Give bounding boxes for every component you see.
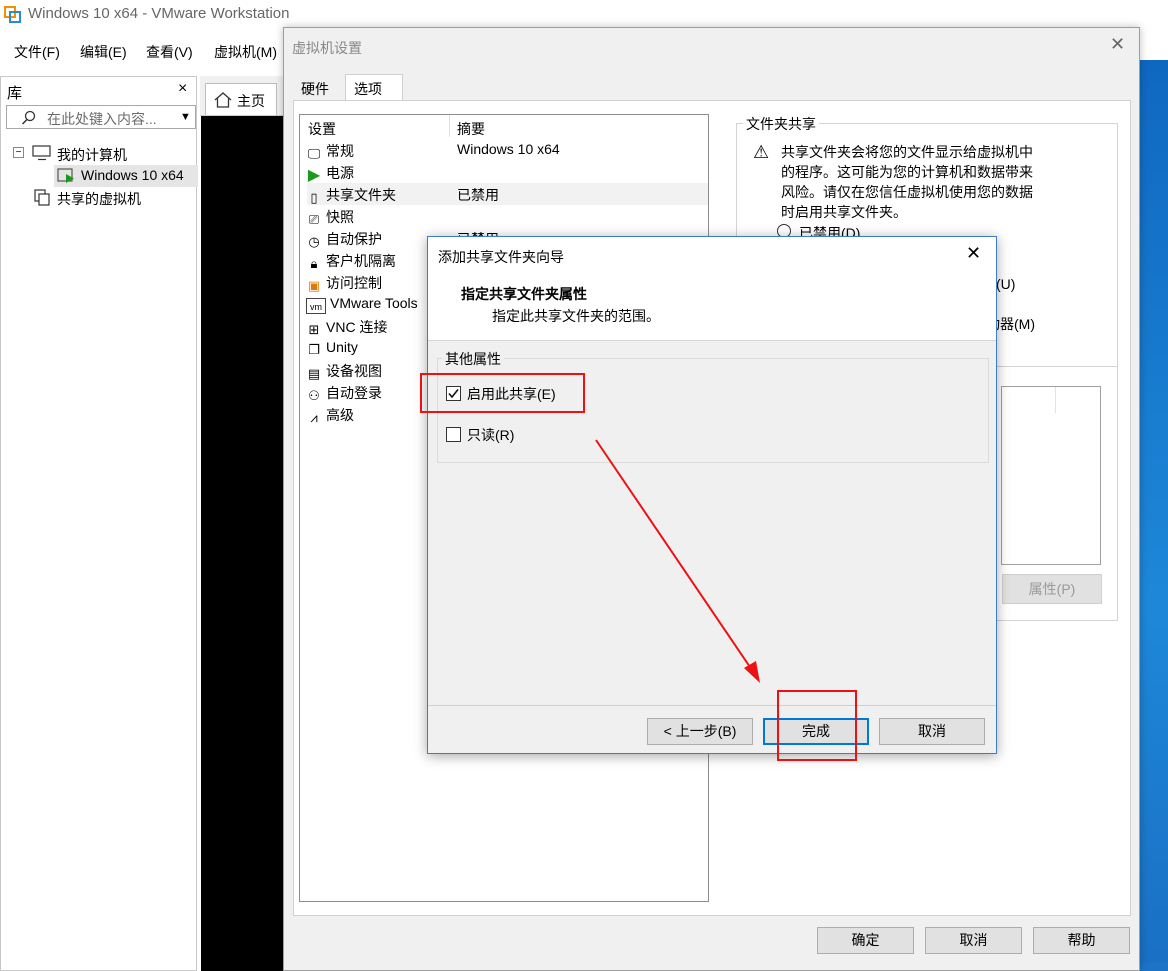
column-summary: 摘要 [457, 121, 485, 137]
tab-home-label: 主页 [237, 93, 265, 109]
tree-my-computer[interactable]: 我的计算机 [57, 145, 127, 165]
settings-item-vmware-tools[interactable]: vm VMware Tools [306, 295, 418, 317]
collapse-icon[interactable]: − [13, 147, 24, 158]
close-icon[interactable]: ✕ [966, 243, 981, 264]
annotation-box-enable-share [420, 373, 585, 413]
tab-hardware-label: 硬件 [301, 81, 329, 97]
vm-console-area[interactable] [201, 116, 291, 971]
column-setting: 设置 [308, 121, 336, 137]
radio-partial-u: (U) [996, 276, 1016, 292]
settings-item-isolation[interactable]: 🔒︎ 客户机隔离 [306, 251, 396, 273]
add-shared-folder-wizard: 添加共享文件夹向导 ✕ 指定共享文件夹属性 指定此共享文件夹的范围。 其他属性 … [427, 236, 997, 754]
library-close-icon[interactable]: × [178, 80, 187, 98]
library-panel: 库 × 在此处键入内容... ▼ − 我的计算机 Windows 10 x64 … [0, 76, 198, 971]
computer-icon [32, 145, 51, 161]
library-title: 库 [7, 85, 23, 102]
column-divider [449, 115, 450, 137]
library-search-input[interactable]: 在此处键入内容... ▼ [6, 105, 196, 129]
desktop-background [1140, 60, 1168, 971]
settings-item-vnc[interactable]: ⊞ VNC 连接 [306, 317, 388, 339]
menu-vm[interactable]: 虚拟机(M) [214, 42, 277, 62]
menu-bar: 文件(F) 编辑(E) 查看(V) 虚拟机(M) [0, 34, 290, 66]
menu-view[interactable]: 查看(V) [146, 42, 193, 62]
chevron-down-icon[interactable]: ▼ [180, 111, 191, 123]
back-button[interactable]: < 上一步(B) [647, 718, 753, 745]
window-title: Windows 10 x64 - VMware Workstation [28, 5, 290, 22]
tab-home[interactable]: 主页 [205, 83, 277, 115]
folder-share-icon: ▯ [310, 190, 318, 205]
autologin-icon: ⚇ [308, 388, 320, 403]
shared-folders-list[interactable] [1001, 386, 1101, 565]
ok-button[interactable]: 确定 [817, 927, 914, 954]
vm-icon: vm [306, 298, 326, 314]
tab-options-label: 选项 [354, 81, 382, 97]
wizard-subheading: 指定此共享文件夹的范围。 [492, 308, 660, 324]
tab-hardware[interactable]: 硬件 [292, 74, 346, 100]
settings-item-snapshot[interactable]: ⎚ 快照 [306, 207, 354, 229]
unity-icon: ❐ [308, 342, 320, 357]
settings-item-advanced[interactable]: ⩘ 高级 [306, 405, 354, 427]
lock-icon: 🔒︎ [310, 256, 318, 271]
shared-vm-icon [34, 189, 50, 206]
search-placeholder: 在此处键入内容... [47, 111, 157, 127]
advanced-icon: ⩘ [310, 410, 318, 425]
settings-item-access-control[interactable]: ▣ 访问控制 [306, 273, 382, 295]
device-view-icon: ▤ [307, 366, 321, 381]
home-icon [214, 92, 232, 108]
close-icon[interactable]: ✕ [1110, 34, 1125, 55]
warning-text-line-1: 共享文件夹会将您的文件显示给虚拟机中 [781, 144, 1033, 160]
menu-edit[interactable]: 编辑(E) [80, 42, 127, 62]
read-only-label[interactable]: 只读(R) [467, 425, 514, 445]
help-button[interactable]: 帮助 [1033, 927, 1130, 954]
summary-shared-folders: 已禁用 [457, 187, 499, 203]
warning-text-line-2: 的程序。这可能为您的计算机和数据带来 [781, 164, 1033, 180]
wizard-title: 添加共享文件夹向导 [438, 249, 564, 265]
monitor-icon: 🖵 [307, 146, 321, 161]
clock-icon: ◷ [308, 234, 320, 249]
vnc-icon: ⊞ [308, 322, 320, 337]
snapshot-icon: ⎚ [308, 212, 320, 227]
wizard-cancel-button[interactable]: 取消 [879, 718, 985, 745]
wizard-separator [428, 705, 996, 706]
main-title-bar: Windows 10 x64 - VMware Workstation [0, 0, 1168, 30]
settings-item-autoprotect[interactable]: ◷自动保护 已禁用 [306, 229, 499, 251]
annotation-box-finish [777, 690, 857, 761]
settings-dialog-title: 虚拟机设置 [292, 40, 362, 56]
settings-item-power[interactable]: ▶ 电源 [306, 163, 354, 185]
other-properties-legend: 其他属性 [442, 349, 504, 369]
folder-sharing-legend: 文件夹共享 [743, 114, 819, 134]
play-icon: ▶ [307, 167, 321, 184]
tree-shared-vms[interactable]: 共享的虚拟机 [57, 189, 141, 209]
warning-text-line-3: 风险。请仅在您信任虚拟机使用您的数据 [781, 184, 1033, 200]
settings-item-general[interactable]: 🖵 常规 Windows 10 x64 [306, 141, 560, 163]
warning-text-line-4: 时启用共享文件夹。 [781, 204, 907, 220]
read-only-checkbox[interactable] [446, 427, 461, 442]
vmware-logo-icon [4, 6, 21, 23]
wizard-heading: 指定共享文件夹属性 [461, 286, 587, 302]
warning-icon: ⚠ [753, 142, 770, 162]
settings-item-shared-folders[interactable]: ▯ 共享文件夹 已禁用 [306, 185, 499, 207]
settings-item-device-view[interactable]: ▤ 设备视图 [306, 361, 382, 383]
tree-vm-windows10[interactable]: Windows 10 x64 [81, 167, 184, 183]
tab-options[interactable]: 选项 [345, 74, 403, 101]
menu-file[interactable]: 文件(F) [14, 42, 60, 62]
summary-general: Windows 10 x64 [457, 141, 560, 157]
search-icon [21, 110, 36, 125]
settings-item-unity[interactable]: ❐ Unity [306, 339, 358, 361]
properties-button[interactable]: 属性(P) [1002, 574, 1102, 604]
settings-item-autologin[interactable]: ⚇ 自动登录 [306, 383, 382, 405]
cancel-button[interactable]: 取消 [925, 927, 1022, 954]
vm-running-icon [57, 168, 74, 183]
access-control-icon: ▣ [307, 278, 321, 293]
